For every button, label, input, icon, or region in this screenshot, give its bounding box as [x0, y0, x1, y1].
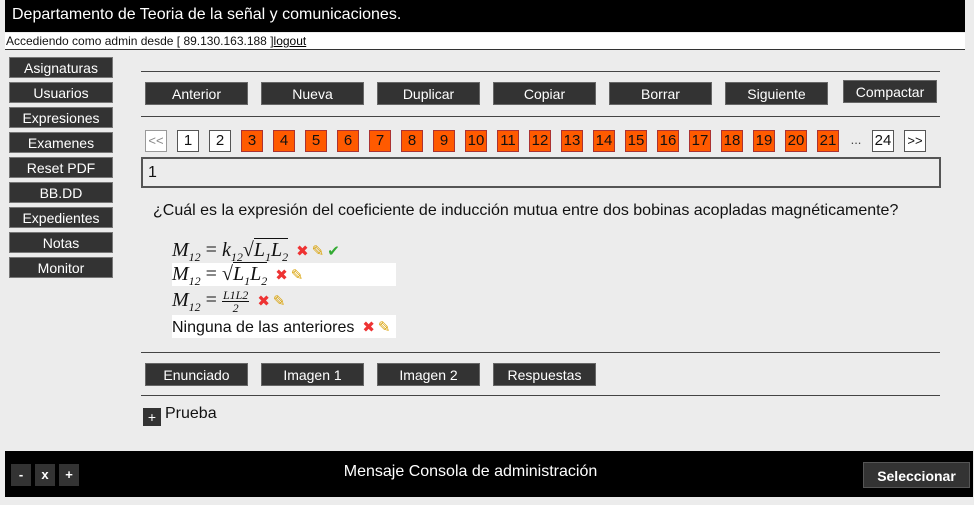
page-button[interactable]: 11 — [497, 130, 519, 152]
page-button[interactable]: 1 — [177, 130, 199, 152]
page-prev-button[interactable]: << — [145, 130, 167, 152]
pencil-icon[interactable]: ✎ — [291, 264, 304, 287]
page-button[interactable]: 2 — [209, 130, 231, 152]
page-title: Departamento de Teoria de la señal y com… — [12, 6, 402, 23]
login-bar: Accediendo como admin desde [ 89.130.163… — [5, 33, 965, 50]
tab-imagen-1[interactable]: Imagen 1 — [261, 363, 364, 386]
page-button[interactable]: 9 — [433, 130, 455, 152]
check-icon[interactable]: ✔ — [327, 240, 340, 263]
page-button[interactable]: 5 — [305, 130, 327, 152]
current-page-field[interactable]: 1 — [141, 157, 941, 188]
tab-imagen-2[interactable]: Imagen 2 — [377, 363, 480, 386]
sidebar-item-expresiones[interactable]: Expresiones — [9, 107, 113, 128]
page-button[interactable]: 12 — [529, 130, 551, 152]
sidebar-item-notas[interactable]: Notas — [9, 232, 113, 253]
page-button-last[interactable]: 24 — [872, 130, 894, 152]
pencil-icon[interactable]: ✎ — [378, 316, 391, 339]
app-header: Departamento de Teoria de la señal y com… — [5, 0, 965, 32]
sidebar-item-reset-pdf[interactable]: Reset PDF — [9, 157, 113, 178]
divider — [141, 116, 940, 117]
divider — [141, 352, 940, 353]
page-button[interactable]: 19 — [753, 130, 775, 152]
sidebar-item-monitor[interactable]: Monitor — [9, 257, 113, 278]
expand-plus-button[interactable]: + — [143, 408, 161, 426]
page-ellipsis: ... — [850, 132, 862, 147]
page-button[interactable]: 17 — [689, 130, 711, 152]
nueva-button[interactable]: Nueva — [261, 82, 364, 105]
answer-item: M12 = √L1L2 ✖ ✎ — [172, 262, 396, 288]
pencil-icon[interactable]: ✎ — [312, 240, 325, 263]
answer-item: M12 = L1L2 2 ✖ ✎ — [172, 288, 286, 315]
login-info: Accediendo como admin desde [ 89.130.163… — [6, 34, 274, 48]
delete-icon[interactable]: ✖ — [257, 290, 270, 313]
fraction: L1L2 2 — [221, 288, 250, 315]
page-button[interactable]: 13 — [561, 130, 583, 152]
answer-item: M12 = k12√L1L2 ✖ ✎ ✔ — [172, 238, 340, 264]
page-button[interactable]: 6 — [337, 130, 359, 152]
duplicar-button[interactable]: Duplicar — [377, 82, 480, 105]
answer-item: Ninguna de las anteriores ✖ ✎ — [172, 315, 396, 338]
logout-link[interactable]: logout — [274, 34, 307, 48]
copiar-button[interactable]: Copiar — [493, 82, 596, 105]
page-button[interactable]: 10 — [465, 130, 487, 152]
sidebar-item-usuarios[interactable]: Usuarios — [9, 82, 113, 103]
siguiente-button[interactable]: Siguiente — [725, 82, 828, 105]
page-button[interactable]: 16 — [657, 130, 679, 152]
tab-enunciado[interactable]: Enunciado — [145, 363, 248, 386]
page-button[interactable]: 21 — [817, 130, 839, 152]
page-button[interactable]: 20 — [785, 130, 807, 152]
page-button[interactable]: 8 — [401, 130, 423, 152]
console-message: Mensaje Consola de administración — [343, 463, 598, 480]
delete-icon[interactable]: ✖ — [275, 264, 288, 287]
page-next-button[interactable]: >> — [904, 130, 926, 152]
page-button[interactable]: 7 — [369, 130, 391, 152]
page-button[interactable]: 4 — [273, 130, 295, 152]
page-button[interactable]: 18 — [721, 130, 743, 152]
admin-console-bar: - x + Mensaje Consola de administración … — [5, 451, 973, 497]
page-button[interactable]: 15 — [625, 130, 647, 152]
sidebar-item-expedientes[interactable]: Expedientes — [9, 207, 113, 228]
sidebar-item-bbdd[interactable]: BB.DD — [9, 182, 113, 203]
delete-icon[interactable]: ✖ — [362, 316, 375, 339]
sidebar-item-asignaturas[interactable]: Asignaturas — [9, 57, 113, 78]
tab-respuestas[interactable]: Respuestas — [493, 363, 596, 386]
prueba-label: Prueba — [165, 405, 217, 422]
seleccionar-button[interactable]: Seleccionar — [863, 462, 970, 488]
delete-icon[interactable]: ✖ — [296, 240, 309, 263]
page-button[interactable]: 14 — [593, 130, 615, 152]
current-page-value: 1 — [148, 164, 157, 181]
divider — [141, 395, 940, 396]
question-text: ¿Cuál es la expresión del coeficiente de… — [153, 202, 899, 219]
divider — [141, 71, 940, 72]
compactar-button[interactable]: Compactar — [843, 80, 937, 103]
anterior-button[interactable]: Anterior — [145, 82, 248, 105]
borrar-button[interactable]: Borrar — [609, 82, 712, 105]
pencil-icon[interactable]: ✎ — [273, 290, 286, 313]
sidebar-item-examenes[interactable]: Examenes — [9, 132, 113, 153]
page-button[interactable]: 3 — [241, 130, 263, 152]
